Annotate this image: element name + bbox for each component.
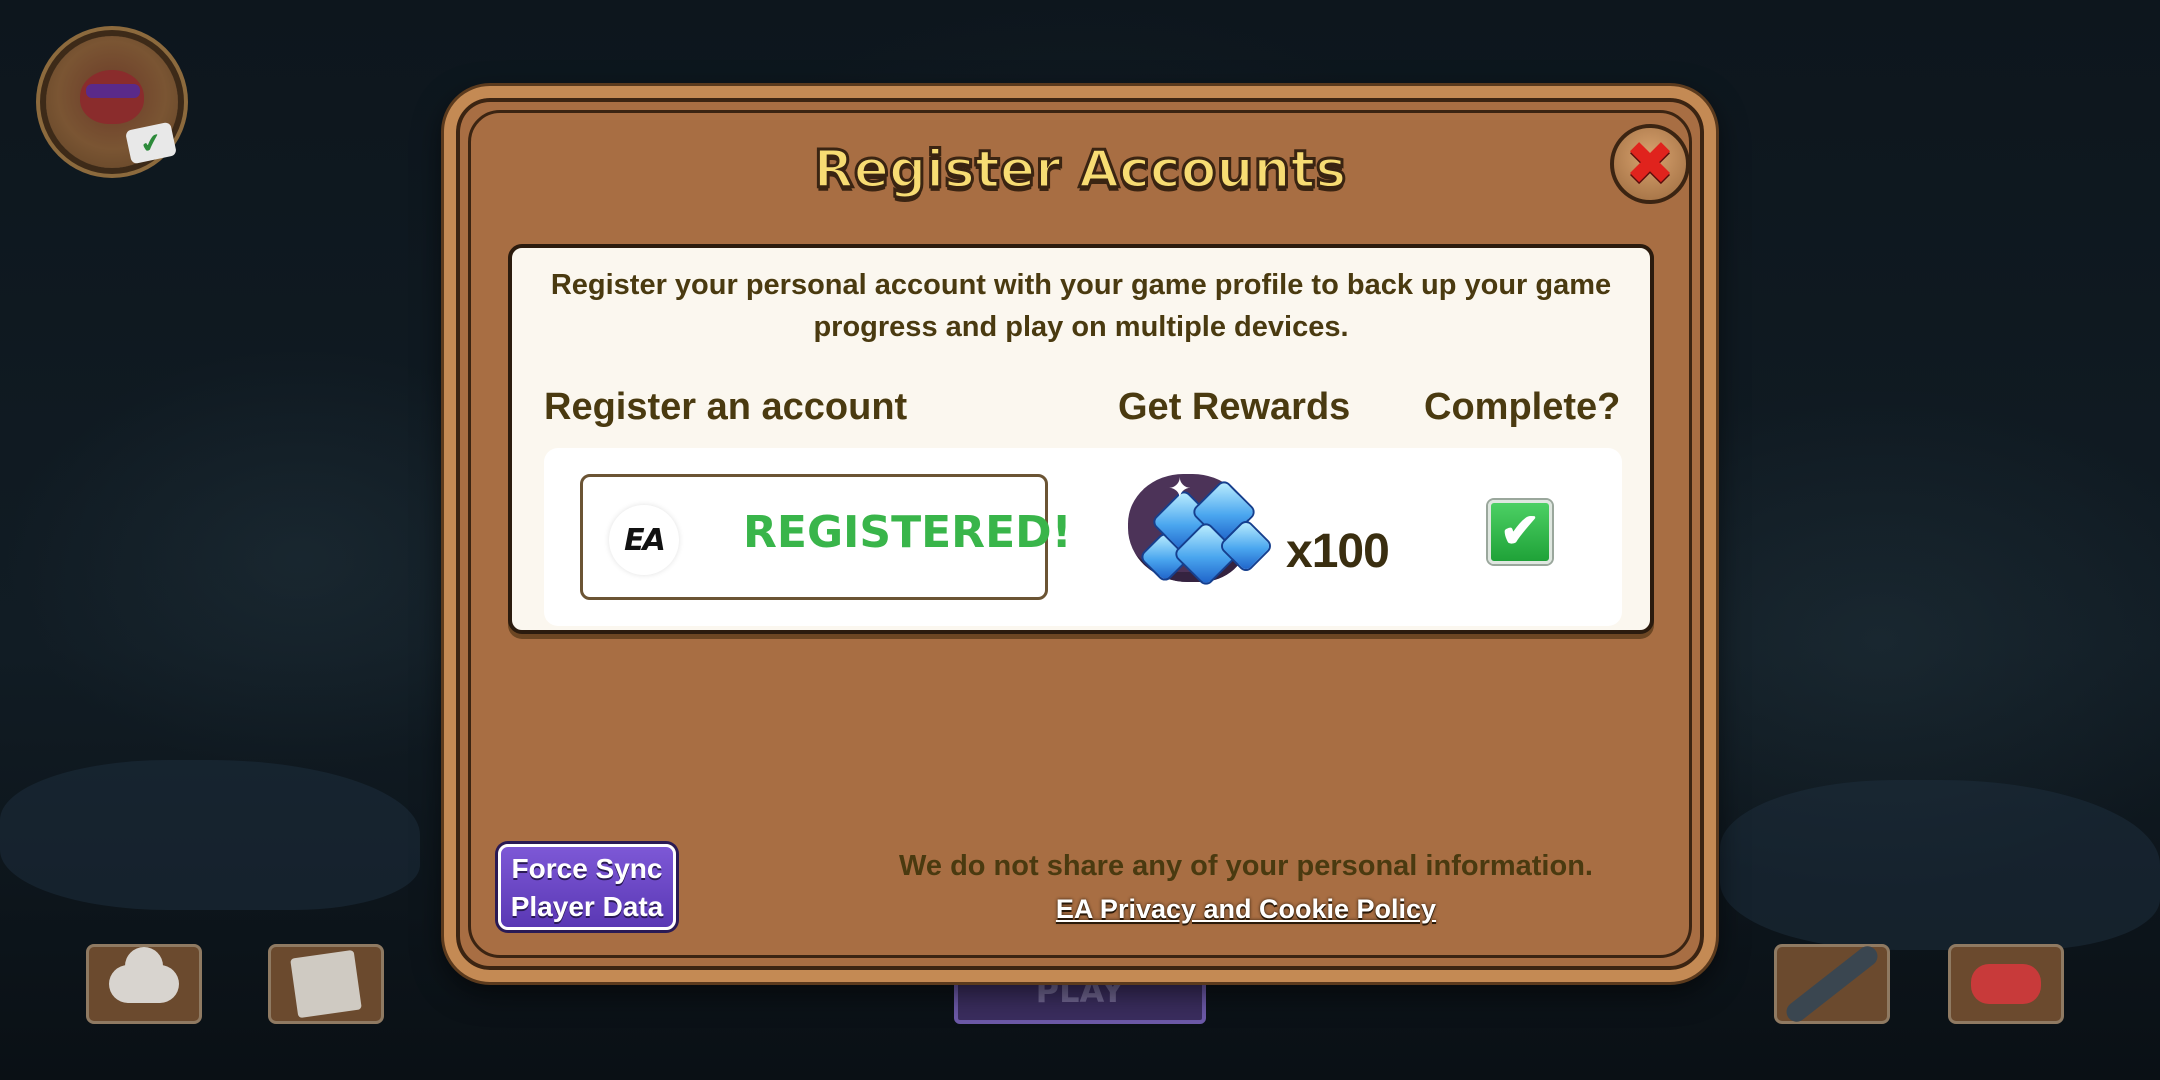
column-header-register: Register an account: [544, 386, 908, 428]
column-header-rewards: Get Rewards: [1118, 386, 1351, 428]
newspaper-icon: [290, 949, 362, 1019]
games-button[interactable]: [1948, 944, 2064, 1024]
floating-island-right: [1720, 780, 2160, 950]
force-sync-label-line2: Player Data: [510, 891, 664, 922]
settings-button[interactable]: [1774, 942, 1890, 1026]
avatar-checklist-icon: ✔: [124, 121, 178, 165]
close-button[interactable]: ✖: [1610, 124, 1690, 204]
cloud-icon: [109, 947, 179, 1003]
dialog-title: Register Accounts: [812, 139, 1348, 202]
reward-quantity: x100: [1286, 525, 1390, 578]
column-header-complete: Complete?: [1424, 386, 1621, 428]
player-avatar-icon[interactable]: ✔: [46, 36, 178, 168]
ea-account-button[interactable]: EA REGISTERED!: [580, 474, 1072, 600]
gem-bag-icon: ✦: [1128, 466, 1298, 596]
complete-checkbox: ✔: [1488, 500, 1552, 564]
gamepad-icon: [1971, 964, 2041, 1004]
privacy-policy-link[interactable]: EA Privacy and Cookie Policy: [1056, 894, 1436, 924]
force-sync-label-line1: Force Sync: [511, 853, 663, 884]
register-card: Register your personal account with your…: [508, 244, 1654, 634]
privacy-note: We do not share any of your personal inf…: [899, 850, 1593, 882]
ea-logo-icon: EA: [609, 505, 679, 575]
news-button[interactable]: [268, 944, 384, 1024]
sparkle-icon: ✦: [1168, 473, 1192, 504]
cloud-button[interactable]: [86, 944, 202, 1024]
privacy-policy-link-container: EA Privacy and Cookie Policy: [836, 894, 1656, 925]
registered-status: REGISTERED!: [743, 507, 1072, 558]
close-x-icon: ✖: [1624, 129, 1676, 199]
account-row: EA REGISTERED! ✦ x100 ✔: [544, 448, 1622, 626]
wrench-icon: [1782, 942, 1882, 1026]
checkmark-icon: ✔: [1499, 505, 1541, 558]
floating-island-left: [0, 760, 420, 910]
register-accounts-dialog: Register Accounts ✖ Register your person…: [444, 86, 1716, 982]
register-description: Register your personal account with your…: [550, 269, 1612, 343]
force-sync-button[interactable]: Force Sync Player Data: [498, 844, 676, 930]
avatar-glasses: [86, 84, 140, 98]
